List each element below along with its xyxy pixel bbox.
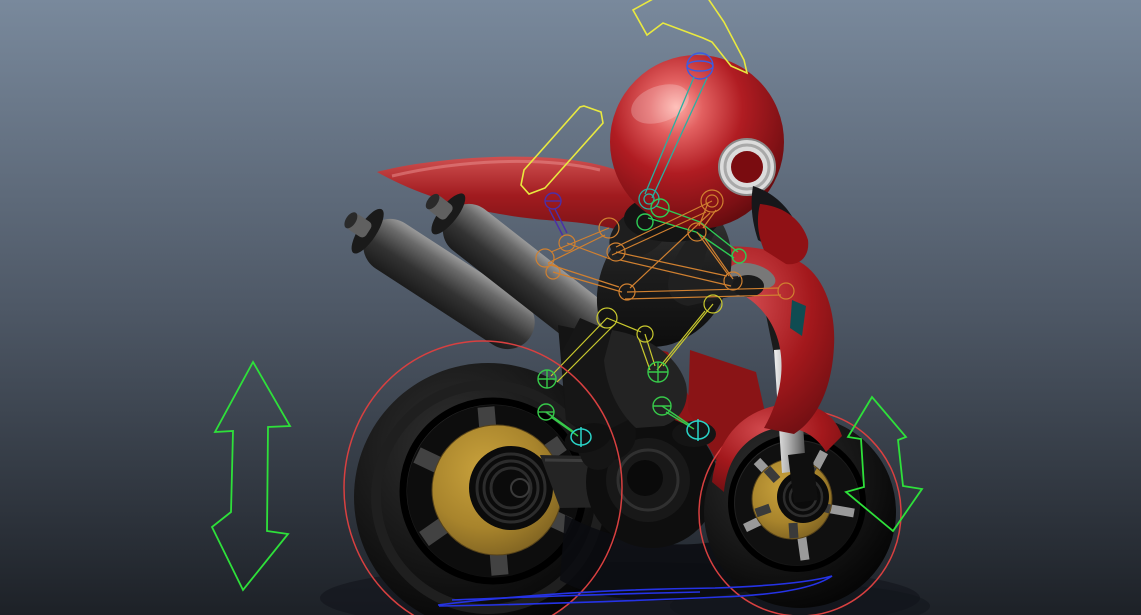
rider-near-boot[interactable] <box>672 421 716 447</box>
helmet-ear-center <box>731 151 763 183</box>
viewport-canvas[interactable] <box>0 0 1141 615</box>
3d-viewport[interactable] <box>0 0 1141 615</box>
engine-case-inner <box>627 460 663 496</box>
rider-glove[interactable] <box>732 275 764 297</box>
